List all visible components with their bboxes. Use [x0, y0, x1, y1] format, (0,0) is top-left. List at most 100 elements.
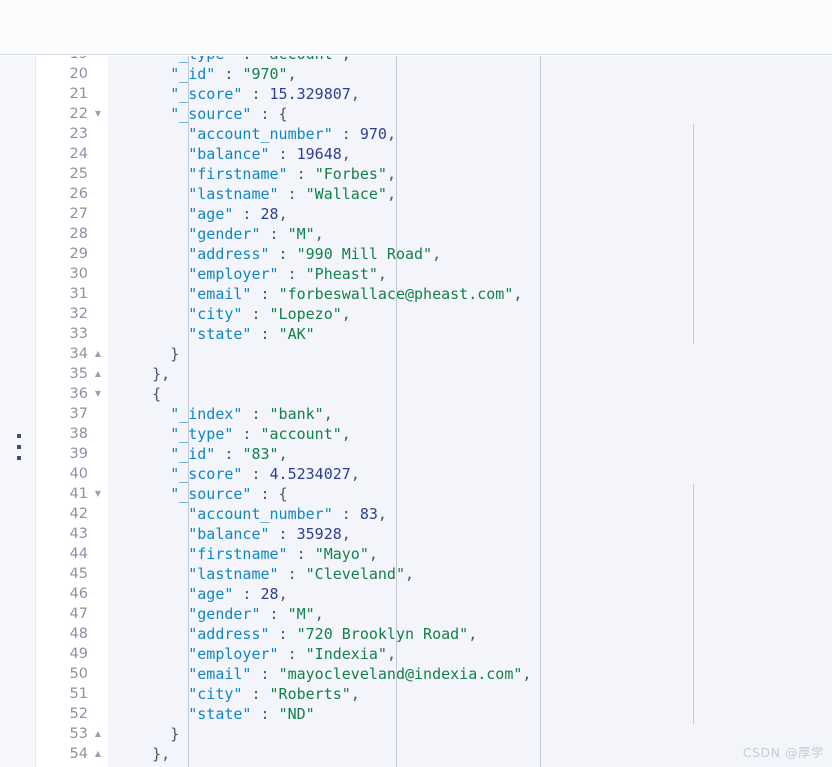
- code-line[interactable]: "state" : "ND": [108, 704, 832, 724]
- code-line[interactable]: {: [108, 384, 832, 404]
- json-key: "gender": [188, 225, 261, 243]
- json-string-value: "M": [287, 605, 315, 623]
- code-line[interactable]: "age" : 28,: [108, 204, 832, 224]
- json-punctuation: }: [170, 345, 180, 363]
- json-punctuation: :: [242, 405, 270, 423]
- code-line[interactable]: "_source" : {: [108, 484, 832, 504]
- json-code-editor[interactable]: 19 20 21 22▼ 23 24 25 26 27 28 29 30 31 32 33 34▲35▲36▼…: [0, 56, 832, 767]
- code-line[interactable]: "address" : "720 Brooklyn Road",: [108, 624, 832, 644]
- fold-expand-icon[interactable]: ▲: [92, 724, 104, 744]
- code-line[interactable]: "gender" : "M",: [108, 604, 832, 624]
- json-punctuation: :: [242, 685, 270, 703]
- json-key: "firstname": [188, 165, 288, 183]
- code-line[interactable]: "employer" : "Pheast",: [108, 264, 832, 284]
- code-line[interactable]: "_id" : "83",: [108, 444, 832, 464]
- code-line[interactable]: "account_number" : 83,: [108, 504, 832, 524]
- code-content-area[interactable]: "_type" : "account", "_id" : "970", "_sc…: [108, 56, 832, 767]
- code-line[interactable]: "balance" : 35928,: [108, 524, 832, 544]
- code-line[interactable]: }: [108, 724, 832, 744]
- line-number: 33: [69, 326, 88, 342]
- code-line[interactable]: "account_number" : 970,: [108, 124, 832, 144]
- fold-expand-icon[interactable]: ▲: [92, 344, 104, 364]
- json-key: "_index": [170, 405, 243, 423]
- line-number: 37: [69, 406, 88, 422]
- json-punctuation: :: [233, 425, 261, 443]
- json-punctuation: : {: [251, 105, 288, 123]
- fold-expand-icon[interactable]: ▲: [92, 744, 104, 764]
- fold-collapse-icon[interactable]: ▼: [92, 384, 104, 404]
- line-number: 40: [69, 466, 88, 482]
- top-blank-strip: [0, 0, 832, 55]
- json-string-value: "AK": [278, 325, 315, 343]
- json-punctuation: ,: [350, 85, 360, 103]
- json-punctuation: :: [251, 325, 279, 343]
- line-number: 35 ▲: [36, 364, 108, 384]
- code-line[interactable]: "city" : "Lopezo",: [108, 304, 832, 324]
- json-punctuation: :: [260, 225, 288, 243]
- json-string-value: "Indexia": [305, 645, 387, 663]
- json-punctuation: :: [332, 125, 360, 143]
- code-line[interactable]: "_score" : 4.5234027,: [108, 464, 832, 484]
- json-string-value: "990 Mill Road": [296, 245, 433, 263]
- json-key: "employer": [188, 265, 279, 283]
- json-punctuation: ,: [287, 65, 297, 83]
- code-line[interactable]: },: [108, 744, 832, 764]
- json-punctuation: ,: [350, 465, 360, 483]
- code-line[interactable]: "_source" : {: [108, 104, 832, 124]
- code-line[interactable]: "_index" : "bank",: [108, 404, 832, 424]
- line-number: 26: [69, 186, 88, 202]
- code-line[interactable]: "_type" : "account",: [108, 56, 832, 64]
- line-number: 48: [69, 626, 88, 642]
- json-punctuation: :: [251, 285, 279, 303]
- code-line[interactable]: "lastname" : "Wallace",: [108, 184, 832, 204]
- json-punctuation: },: [152, 365, 171, 383]
- code-line[interactable]: "_score" : 15.329807,: [108, 84, 832, 104]
- json-punctuation: : {: [251, 485, 288, 503]
- code-line[interactable]: "email" : "forbeswallace@pheast.com",: [108, 284, 832, 304]
- code-line[interactable]: "_id" : "970",: [108, 64, 832, 84]
- code-line[interactable]: "state" : "AK": [108, 324, 832, 344]
- json-punctuation: ,: [350, 685, 360, 703]
- line-number: 47: [69, 606, 88, 622]
- code-line[interactable]: "lastname" : "Cleveland",: [108, 564, 832, 584]
- code-line[interactable]: "gender" : "M",: [108, 224, 832, 244]
- json-string-value: "bank": [269, 405, 324, 423]
- code-line[interactable]: "city" : "Roberts",: [108, 684, 832, 704]
- line-number: 23: [69, 126, 88, 142]
- fold-expand-icon[interactable]: ▲: [92, 364, 104, 384]
- json-punctuation: :: [278, 565, 306, 583]
- code-line[interactable]: "firstname" : "Forbes",: [108, 164, 832, 184]
- code-line[interactable]: "employer" : "Indexia",: [108, 644, 832, 664]
- code-line[interactable]: "address" : "990 Mill Road",: [108, 244, 832, 264]
- code-line[interactable]: "firstname" : "Mayo",: [108, 544, 832, 564]
- drag-dot: [17, 445, 21, 449]
- json-punctuation: ,: [522, 665, 532, 683]
- line-number: 29: [69, 246, 88, 262]
- code-line[interactable]: },: [108, 364, 832, 384]
- json-key: "employer": [188, 645, 279, 663]
- indent-guide: [693, 484, 695, 724]
- code-line[interactable]: "age" : 28,: [108, 584, 832, 604]
- code-line[interactable]: "email" : "mayocleveland@indexia.com",: [108, 664, 832, 684]
- json-key: "age": [188, 205, 234, 223]
- code-line[interactable]: "balance" : 19648,: [108, 144, 832, 164]
- json-punctuation: :: [242, 465, 270, 483]
- line-number: 34 ▲: [36, 344, 108, 364]
- json-punctuation: :: [251, 665, 279, 683]
- fold-collapse-icon[interactable]: ▼: [92, 104, 104, 124]
- fold-collapse-icon[interactable]: ▼: [92, 484, 104, 504]
- json-punctuation: ,: [405, 565, 415, 583]
- code-line[interactable]: "_type" : "account",: [108, 424, 832, 444]
- panel-resize-handle-icon[interactable]: [17, 434, 22, 461]
- line-number: 52: [69, 706, 88, 722]
- code-line[interactable]: }: [108, 344, 832, 364]
- json-number-value: 83: [359, 505, 378, 523]
- json-key: "gender": [188, 605, 261, 623]
- json-key: "age": [188, 585, 234, 603]
